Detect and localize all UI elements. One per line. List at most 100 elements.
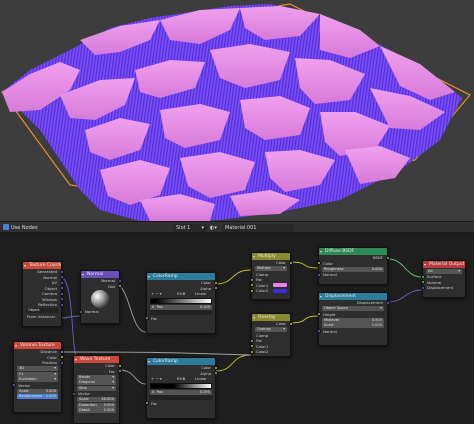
randomness-field[interactable]: Randomness 1.000 [17,394,58,399]
ramp-stop-color[interactable] [150,395,212,400]
socket[interactable] [213,371,218,376]
socket[interactable] [316,261,321,266]
node-displacement[interactable]: Displacement Displacement Object Space▾ … [316,292,390,346]
interpolation-dropdown[interactable]: Linear [195,291,207,297]
material-browse-icon[interactable]: ◐▾ [210,224,217,232]
socket[interactable] [420,280,425,285]
socket[interactable] [117,284,122,289]
socket[interactable] [316,272,321,277]
socket[interactable] [59,297,64,302]
direction-dropdown[interactable]: Diagonal ▾ [77,380,116,385]
socket[interactable] [249,288,254,293]
socket[interactable] [59,355,64,360]
socket[interactable] [249,344,254,349]
object-field[interactable]: Object [26,308,58,313]
3d-viewport[interactable] [0,0,474,221]
detail-field[interactable]: Detail 2.000 [77,408,116,413]
color2-swatch[interactable] [273,288,287,293]
socket[interactable] [78,309,83,314]
scale-field[interactable]: Scale 40.000 [77,397,116,402]
socket[interactable] [59,280,64,285]
blend-mode-dropdown[interactable]: Overlay ▾ [255,327,287,332]
scale-field[interactable]: Scale 1.000 [322,323,384,328]
socket[interactable] [420,274,425,279]
socket[interactable] [420,285,425,290]
socket[interactable] [249,349,254,354]
socket[interactable] [71,391,76,396]
use-nodes-checkbox-icon[interactable] [3,223,9,230]
socket[interactable] [385,300,390,305]
node-mix-overlay[interactable]: Overlay Color Overlay▾ Clamp Fac Color1 … [249,313,293,357]
socket[interactable] [11,383,16,388]
interpolation-dropdown[interactable]: Linear [195,376,207,382]
input-color: Color [316,261,387,267]
node-wave-texture[interactable]: Wave Texture Color Fac Bands▾ Diagonal▾ … [71,355,122,424]
color1-swatch[interactable] [273,283,287,288]
socket[interactable] [385,255,390,260]
socket[interactable] [59,275,64,280]
socket[interactable] [117,369,122,374]
node-voronoi-texture[interactable]: Voronoi Texture Distance Color Position … [11,341,64,413]
color-ramp-gradient[interactable] [150,297,212,304]
scale-field[interactable]: Scale 5.000 [17,388,58,394]
blend-mode-dropdown[interactable]: Multiply ▾ [255,266,287,271]
target-dropdown[interactable]: All ▾ [426,268,462,274]
color-ramp-gradient[interactable] [150,382,212,389]
socket[interactable] [59,349,64,354]
distortion-field[interactable]: Distortion 0.000 [77,402,116,408]
socket[interactable] [249,338,254,343]
socket[interactable] [213,365,218,370]
node-normal[interactable]: Normal Normal Dot Normal [78,270,122,324]
node-title: Diffuse BSDF [319,248,387,255]
material-name-field[interactable]: Material.001 [222,224,294,232]
node-texture-coordinate[interactable]: Texture Coordinate Generated Normal UV O… [22,261,64,327]
from-instancer-checkbox[interactable]: From Instancer [23,314,61,320]
midlevel-field[interactable]: Midlevel 0.500 [322,317,384,323]
dimensions-dropdown[interactable]: 3D ▾ [17,366,58,371]
add-stop-icon[interactable]: + − ▾ [151,376,162,381]
socket[interactable] [249,277,254,282]
use-nodes-toggle[interactable]: Use Nodes [3,223,38,232]
socket[interactable] [59,291,64,296]
output-fac: Fac [74,369,122,375]
node-colorramp-2[interactable]: ColorRamp Color Alpha + − ▾ RGB Linear 0… [144,357,218,419]
node-links [59,258,423,385]
socket[interactable] [316,312,321,317]
profile-dropdown[interactable]: Sine ▾ [77,385,116,391]
socket[interactable] [144,401,149,406]
wave-type-dropdown[interactable]: Bands ▾ [77,374,116,380]
input-vector: Vector [11,383,61,389]
socket[interactable] [59,360,64,365]
socket[interactable] [117,278,122,283]
feature-dropdown[interactable]: F1 ▾ [17,371,58,377]
color-mode-dropdown[interactable]: RGB [177,291,185,297]
ramp-position-field[interactable]: 0 Pos 0.105 [150,304,212,310]
node-mix-multiply[interactable]: Multiply Color Multiply▾ Clamp Fac Color… [249,252,293,300]
socket[interactable] [249,283,254,288]
socket[interactable] [213,286,218,291]
ramp-controls: + − ▾ RGB Linear [147,376,215,382]
socket[interactable] [59,286,64,291]
node-material-output[interactable]: Material Output All▾ Surface Volume Disp… [420,260,466,298]
socket[interactable] [144,316,149,321]
socket[interactable] [288,321,293,326]
metric-dropdown[interactable]: Euclidean ▾ [17,377,58,382]
node-diffuse-bsdf[interactable]: Diffuse BSDF BSDF Color Roughness0.000 N… [316,247,390,285]
socket[interactable] [316,329,321,334]
node-canvas[interactable]: Texture Coordinate Generated Normal UV O… [0,234,474,424]
roughness-field[interactable]: Roughness 0.000 [322,266,384,272]
ramp-stop-color[interactable] [150,310,212,315]
space-dropdown[interactable]: Object Space ▾ [322,306,384,311]
color-mode-dropdown[interactable]: RGB [177,376,185,382]
normal-sphere-widget[interactable] [91,290,109,308]
socket[interactable] [288,260,293,265]
socket[interactable] [59,302,64,307]
socket[interactable] [213,280,218,285]
material-slot-dropdown[interactable]: Slot 1 ▾ [173,224,207,232]
socket[interactable] [117,363,122,368]
socket[interactable] [59,269,64,274]
ramp-position-field[interactable]: 0 Pos 0.395 [150,389,212,395]
link-disp-to-output [387,289,423,303]
add-stop-icon[interactable]: + − ▾ [151,291,162,296]
node-colorramp-1[interactable]: ColorRamp Color Alpha + − ▾ RGB Linear 0… [144,272,218,334]
